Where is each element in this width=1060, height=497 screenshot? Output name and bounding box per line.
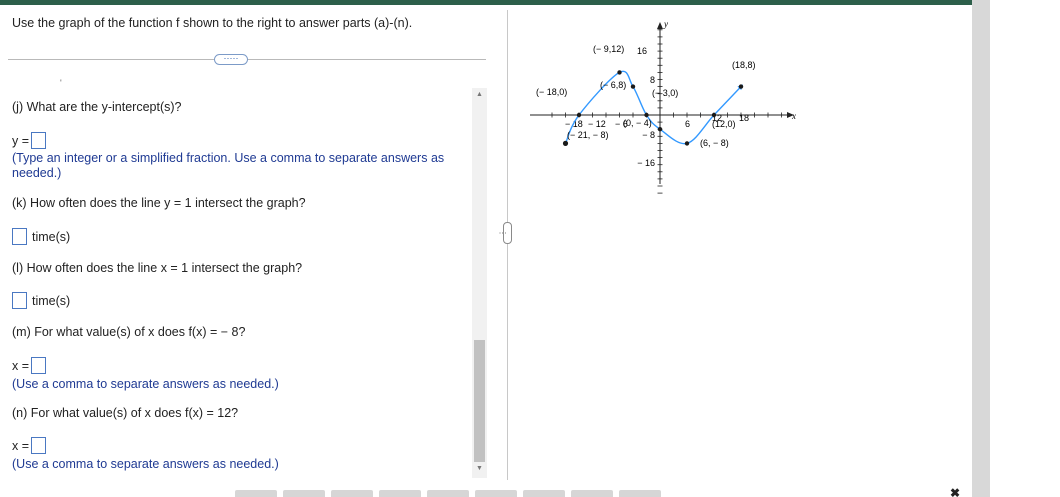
point-label: (0, − 4) — [623, 118, 652, 128]
question-l-answer-input[interactable] — [12, 292, 27, 309]
key-point — [738, 84, 744, 89]
question-j-answer-prefix: y = — [12, 133, 30, 148]
x-tick-label: 6 — [685, 119, 690, 129]
x-tick-label: 18 — [739, 113, 749, 123]
bottom-tab[interactable] — [235, 490, 277, 497]
bottom-tab[interactable] — [523, 490, 565, 497]
bottom-toolbar — [235, 490, 661, 497]
key-point — [657, 127, 663, 132]
bottom-tab[interactable] — [619, 490, 661, 497]
question-n-answer-input[interactable] — [31, 437, 47, 454]
key-point — [644, 112, 649, 118]
point-label: (− 6,8) — [600, 80, 626, 90]
scroll-down-arrow-icon[interactable]: ▼ — [472, 462, 487, 476]
instructions-text: Use the graph of the function f shown to… — [12, 16, 413, 30]
bottom-tab[interactable] — [283, 490, 325, 497]
key-point — [711, 112, 717, 118]
key-point — [576, 112, 582, 118]
panel-divider — [507, 10, 508, 480]
bottom-tab[interactable] — [379, 490, 421, 497]
expand-more-button[interactable]: ····· — [214, 54, 248, 65]
question-m-answer-input[interactable] — [31, 357, 47, 374]
right-side-panel — [972, 0, 990, 497]
question-m-answer-row: x = — [12, 357, 47, 374]
questions-panel: (j) What are the y-intercept(s)? y = (Ty… — [0, 90, 470, 480]
key-point — [630, 84, 636, 89]
point-label: (− 9,12) — [593, 44, 624, 54]
question-n-prompt: (n) For what value(s) of x does f(x) = 1… — [12, 406, 239, 420]
question-l-prompt: (l) How often does the line x = 1 inters… — [12, 261, 303, 275]
function-graph: y x 16 8 − 8 − 16 − 18 − 12 − 6 6 12 18 … — [530, 19, 796, 194]
question-l-answer-suffix: time(s) — [32, 293, 71, 308]
stray-mark: ' — [60, 78, 62, 88]
panel-resize-handle[interactable]: ⋮ — [498, 222, 512, 244]
y-axis-label: y — [663, 19, 668, 29]
key-point — [684, 141, 690, 146]
top-accent-bar — [0, 0, 972, 5]
question-m-answer-prefix: x = — [12, 358, 30, 373]
point-label: (− 21, − 8) — [567, 130, 609, 140]
y-tick-label: − 8 — [642, 130, 655, 140]
question-m-prompt: (m) For what value(s) of x does f(x) = −… — [12, 325, 246, 339]
key-point — [562, 140, 569, 146]
close-icon[interactable]: ✖ — [950, 486, 960, 497]
key-point — [617, 70, 622, 75]
scrollbar-thumb[interactable] — [474, 340, 485, 462]
question-k-answer-suffix: time(s) — [32, 229, 71, 244]
y-tick-label: 8 — [650, 75, 655, 85]
question-m-hint: (Use a comma to separate answers as need… — [12, 377, 279, 391]
question-k-answer-row: time(s) — [12, 228, 70, 245]
bottom-tab[interactable] — [475, 490, 517, 497]
scroll-up-arrow-icon[interactable]: ▲ — [472, 88, 487, 102]
y-tick-label: 16 — [637, 46, 647, 56]
question-n-answer-row: x = — [12, 437, 47, 454]
point-label: (18,8) — [732, 60, 756, 70]
y-axis-arrow-icon — [657, 22, 663, 29]
question-k-prompt: (k) How often does the line y = 1 inters… — [12, 196, 306, 210]
question-l-answer-row: time(s) — [12, 292, 70, 309]
right-margin — [990, 0, 1060, 497]
x-axis-label: x — [791, 111, 796, 121]
bottom-tab[interactable] — [571, 490, 613, 497]
question-j-answer-input[interactable] — [31, 132, 47, 149]
question-k-answer-input[interactable] — [12, 228, 27, 245]
question-n-hint: (Use a comma to separate answers as need… — [12, 457, 279, 471]
x-tick-label: − 12 — [588, 119, 606, 129]
bottom-tab[interactable] — [331, 490, 373, 497]
point-label: (− 18,0) — [536, 87, 567, 97]
y-tick-label: − 16 — [637, 158, 655, 168]
question-j-answer-row: y = — [12, 132, 47, 149]
question-n-answer-prefix: x = — [12, 438, 30, 453]
question-j-prompt: (j) What are the y-intercept(s)? — [12, 100, 182, 114]
bottom-tab[interactable] — [427, 490, 469, 497]
axis-ticks — [551, 29, 782, 194]
point-label: (− 3,0) — [652, 88, 678, 98]
question-j-hint: (Type an integer or a simplified fractio… — [12, 151, 445, 180]
point-label: (6, − 8) — [700, 138, 729, 148]
point-label: (12,0) — [712, 119, 736, 129]
